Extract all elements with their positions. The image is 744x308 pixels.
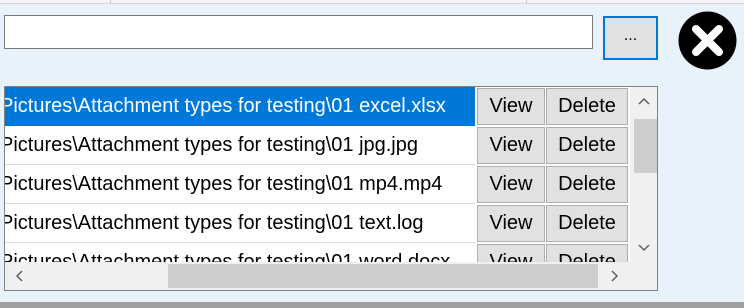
vertical-scroll-thumb[interactable] xyxy=(634,119,657,173)
attachment-path[interactable]: Pictures\Attachment types for testing\01… xyxy=(5,87,475,126)
top-strip xyxy=(0,0,744,4)
attachment-path[interactable]: Pictures\Attachment types for testing\01… xyxy=(5,243,475,262)
horizontal-scroll-thumb[interactable] xyxy=(168,264,598,288)
view-button[interactable]: View xyxy=(477,244,545,262)
attachment-row[interactable]: Pictures\Attachment types for testing\01… xyxy=(5,87,630,126)
vertical-scrollbar[interactable] xyxy=(630,87,657,262)
attachment-rows: Pictures\Attachment types for testing\01… xyxy=(5,87,630,262)
scroll-up-button[interactable] xyxy=(630,89,657,113)
attachment-row[interactable]: Pictures\Attachment types for testing\01… xyxy=(5,165,630,204)
view-button[interactable]: View xyxy=(477,205,545,242)
close-button[interactable] xyxy=(677,10,738,71)
scroll-down-button[interactable] xyxy=(630,236,657,260)
chevron-right-icon xyxy=(611,270,619,282)
delete-button[interactable]: Delete xyxy=(546,166,628,203)
close-icon xyxy=(678,11,737,70)
delete-button[interactable]: Delete xyxy=(546,244,628,262)
attachment-list: Pictures\Attachment types for testing\01… xyxy=(4,86,658,291)
view-button[interactable]: View xyxy=(477,88,545,125)
scroll-right-button[interactable] xyxy=(603,262,627,290)
scroll-left-button[interactable] xyxy=(7,262,31,290)
bottom-border xyxy=(0,302,744,308)
chevron-up-icon xyxy=(638,97,650,105)
attachment-path[interactable]: Pictures\Attachment types for testing\01… xyxy=(5,204,475,243)
delete-button[interactable]: Delete xyxy=(546,88,628,125)
scrollbar-corner xyxy=(630,262,657,290)
attachment-row[interactable]: Pictures\Attachment types for testing\01… xyxy=(5,126,630,165)
path-input[interactable] xyxy=(4,15,593,49)
attachment-row[interactable]: Pictures\Attachment types for testing\01… xyxy=(5,243,630,262)
delete-button[interactable]: Delete xyxy=(546,127,628,164)
horizontal-scrollbar[interactable] xyxy=(5,262,630,290)
chevron-left-icon xyxy=(15,270,23,282)
attachment-path[interactable]: Pictures\Attachment types for testing\01… xyxy=(5,165,475,204)
top-strip-divider xyxy=(110,0,111,4)
browse-button[interactable]: ... xyxy=(603,16,658,60)
view-button[interactable]: View xyxy=(477,166,545,203)
chevron-down-icon xyxy=(638,244,650,252)
attachment-path[interactable]: Pictures\Attachment types for testing\01… xyxy=(5,126,475,165)
view-button[interactable]: View xyxy=(477,127,545,164)
top-strip-divider xyxy=(526,0,527,4)
attachment-row[interactable]: Pictures\Attachment types for testing\01… xyxy=(5,204,630,243)
delete-button[interactable]: Delete xyxy=(546,205,628,242)
